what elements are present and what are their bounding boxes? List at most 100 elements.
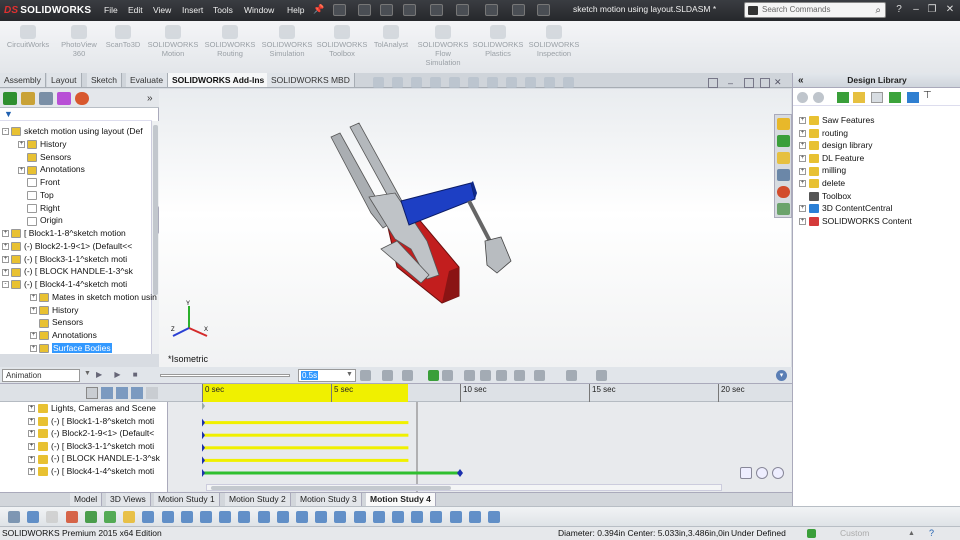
expand-toggle-icon[interactable]: +	[2, 268, 9, 276]
expand-toggle-icon[interactable]: +	[30, 345, 37, 352]
animation-wizard-icon[interactable]	[402, 370, 413, 381]
save-animation-icon[interactable]	[382, 370, 393, 381]
zoom-in-icon[interactable]	[756, 467, 768, 479]
addin-photoview-360[interactable]: PhotoView 360	[56, 23, 102, 58]
library-item[interactable]: + SOLIDWORKS Content	[799, 215, 912, 228]
results-icon[interactable]	[534, 370, 545, 381]
previous-view-icon[interactable]	[411, 77, 422, 88]
start-key-marker[interactable]	[202, 456, 205, 465]
toolbar-tool-icon[interactable]	[46, 511, 59, 523]
scene-key-marker[interactable]	[202, 402, 205, 410]
expand-toggle-icon[interactable]: +	[28, 443, 35, 451]
collapse-motion-manager-icon[interactable]: ▾	[776, 370, 787, 381]
tile-icon[interactable]	[708, 78, 718, 88]
key-change-bar[interactable]	[202, 433, 409, 437]
tree-item[interactable]: + (-) [ BLOCK HANDLE-1-3^sk	[2, 265, 154, 278]
up-one-level-icon[interactable]	[907, 92, 919, 103]
library-item[interactable]: + DL Feature	[799, 152, 864, 165]
addin-circuitworks[interactable]: CircuitWorks	[4, 23, 52, 49]
play-direction-icon[interactable]	[360, 370, 371, 381]
study-tab-motion-study-2[interactable]: Motion Study 2	[225, 493, 291, 506]
tab-layout[interactable]: Layout	[47, 73, 82, 87]
open-icon[interactable]	[358, 4, 371, 16]
expand-toggle-icon[interactable]: +	[28, 417, 35, 425]
menu-edit[interactable]: Edit	[128, 4, 143, 17]
motor-change-bar[interactable]	[202, 471, 460, 475]
expand-toggle-icon[interactable]: +	[28, 405, 35, 413]
edit-appearance-icon[interactable]	[506, 77, 517, 88]
menu-help[interactable]: Help	[287, 4, 304, 17]
expand-toggle-icon[interactable]: -	[2, 128, 9, 136]
back-icon[interactable]	[797, 92, 808, 103]
forward-icon[interactable]	[813, 92, 824, 103]
design-library-icon[interactable]	[777, 135, 790, 147]
toolbar-tool-icon[interactable]	[353, 511, 366, 523]
study-tab-motion-study-1[interactable]: Motion Study 1	[154, 493, 220, 506]
toolbar-tool-icon[interactable]	[468, 511, 481, 523]
search-scope-icon[interactable]	[748, 6, 758, 15]
pin-library-icon[interactable]: ⊤	[923, 90, 932, 101]
refresh-icon[interactable]	[889, 92, 901, 103]
toolbar-tool-icon[interactable]	[372, 511, 385, 523]
zoom-out-icon[interactable]	[772, 467, 784, 479]
playback-controls[interactable]: ▶ ▶ ■	[96, 370, 143, 379]
menu-view[interactable]: View	[153, 4, 171, 17]
tree-item[interactable]: Front	[18, 176, 170, 189]
toolbar-tool-icon[interactable]	[315, 511, 328, 523]
start-key-marker[interactable]	[202, 418, 205, 427]
toolbar-tool-icon[interactable]	[84, 511, 97, 523]
toolbar-tool-icon[interactable]	[200, 511, 212, 523]
motion-tree-item[interactable]: + (-) [ Block3-1-1^sketch moti	[28, 440, 166, 453]
addin-solidworks-routing[interactable]: SOLIDWORKS Routing	[202, 23, 258, 58]
expand-toggle-icon[interactable]: +	[18, 166, 25, 174]
toolbar-tool-icon[interactable]	[238, 511, 251, 523]
expand-toggle-icon[interactable]: +	[799, 142, 806, 150]
create-new-folder-icon[interactable]	[871, 92, 883, 103]
configuration-icon[interactable]	[39, 92, 53, 105]
spring-icon[interactable]	[480, 370, 491, 381]
restore-button[interactable]: ❐	[926, 4, 938, 16]
close-view-icon[interactable]: ✕	[774, 77, 782, 88]
display-manager-icon[interactable]	[75, 92, 89, 105]
addin-solidworks-motion[interactable]: SOLIDWORKS Motion	[145, 23, 201, 58]
chevron-right-icon[interactable]: »	[147, 93, 153, 104]
toolbar-tool-icon[interactable]	[411, 511, 424, 523]
expand-toggle-icon[interactable]: +	[799, 117, 806, 125]
collapse-panel-icon[interactable]: «	[798, 73, 804, 88]
key-change-bar[interactable]	[202, 458, 409, 462]
addin-tolanalyst[interactable]: TolAnalyst	[371, 23, 411, 49]
addin-solidworks-flow[interactable]: SOLIDWORKS Flow Simulation	[415, 23, 471, 67]
help-icon[interactable]: ?	[893, 4, 905, 16]
print-icon[interactable]	[403, 4, 416, 16]
motion-tree-item[interactable]: + Lights, Cameras and Scene	[28, 402, 166, 415]
tree-item[interactable]: + Annotations	[18, 163, 170, 176]
feature-tree-icon[interactable]	[3, 92, 17, 105]
study-tab-motion-study-3[interactable]: Motion Study 3	[296, 493, 362, 506]
tab-evaluate[interactable]: Evaluate	[126, 73, 169, 87]
tree-item[interactable]: + (-) Block2-1-9<1> (Default<<	[2, 240, 154, 253]
tab-solidworks-mbd[interactable]: SOLIDWORKS MBD	[267, 73, 355, 87]
study-properties-icon[interactable]	[566, 370, 577, 381]
tree-item[interactable]: + History	[18, 138, 170, 151]
apply-scene-icon[interactable]	[525, 77, 536, 88]
study-type-select[interactable]: Animation	[2, 369, 80, 382]
search-icon[interactable]: ⌕	[875, 5, 881, 16]
expand-toggle-icon[interactable]: +	[30, 332, 37, 340]
file-properties-icon[interactable]	[512, 4, 525, 16]
motor-icon[interactable]	[464, 370, 475, 381]
expand-toggle-icon[interactable]: +	[799, 155, 806, 163]
display-style-icon[interactable]	[468, 77, 479, 88]
toolbar-tool-icon[interactable]	[296, 511, 308, 523]
section-view-icon[interactable]	[430, 77, 441, 88]
library-item[interactable]: + routing	[799, 127, 848, 140]
addin-scanto3d[interactable]: ScanTo3D	[103, 23, 143, 49]
rebuild-icon[interactable]	[807, 529, 816, 538]
expand-toggle-icon[interactable]: +	[799, 218, 806, 226]
units-dropdown-icon[interactable]: ▲	[908, 527, 915, 540]
expand-toggle-icon[interactable]: +	[28, 430, 35, 438]
key-change-bar[interactable]	[202, 446, 409, 450]
tree-item[interactable]: Origin	[18, 214, 170, 227]
key-change-bar[interactable]	[202, 421, 409, 425]
toolbar-tool-icon[interactable]	[180, 511, 193, 523]
hide-show-icon[interactable]	[487, 77, 498, 88]
